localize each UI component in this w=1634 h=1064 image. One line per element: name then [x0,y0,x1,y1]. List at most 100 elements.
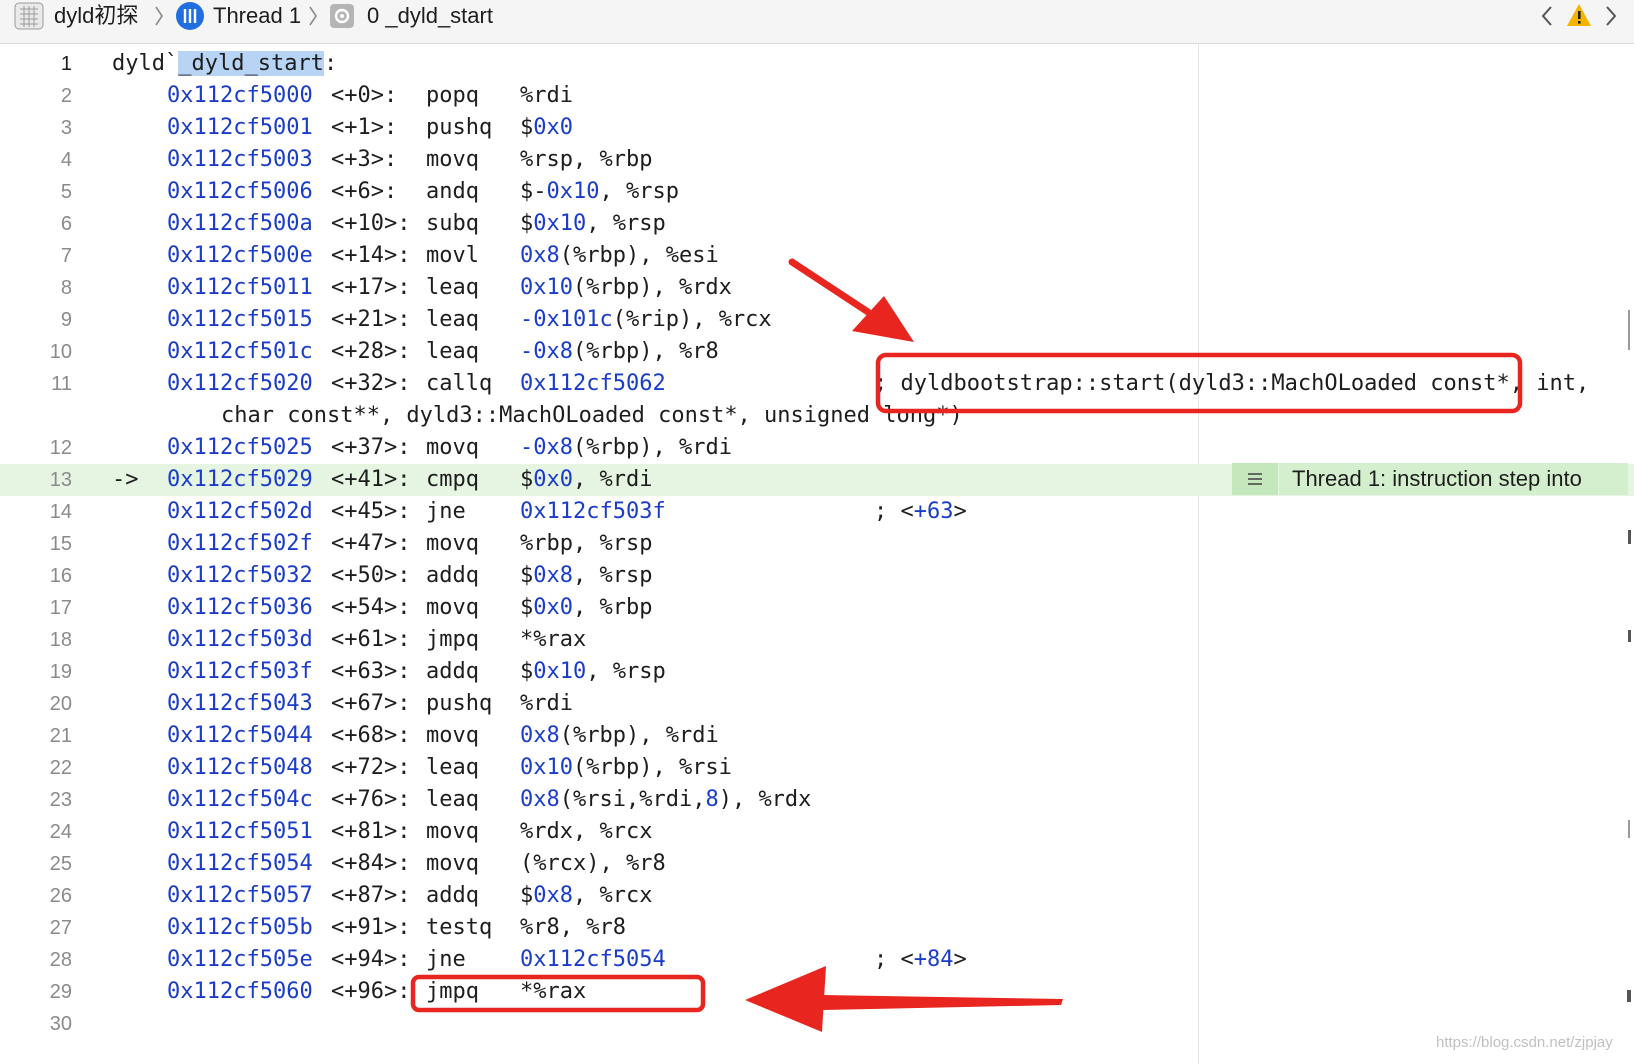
line-number[interactable]: 23 [0,784,72,816]
code-line[interactable]: 15 0x112cf502f <+47>: movq %rbp, %rsp [0,528,1634,560]
line-number[interactable]: 25 [0,848,72,880]
code-line[interactable]: 21 0x112cf5044 <+68>: movq 0x8(%rbp), %r… [0,720,1634,752]
instruction-operands: -0x8(%rbp), %r8 [520,336,719,368]
instruction-operands: $0x0 [520,112,573,144]
code-line[interactable]: 23 0x112cf504c <+76>: leaq 0x8(%rsi,%rdi… [0,784,1634,816]
line-number[interactable]: 13 [0,464,72,496]
code-line[interactable]: 19 0x112cf503f <+63>: addq $0x10, %rsp [0,656,1634,688]
line-number[interactable]: 4 [0,144,72,176]
instruction-address: 0x112cf5029 [167,467,313,492]
line-number[interactable]: 9 [0,304,72,336]
line-number[interactable]: 8 [0,272,72,304]
instruction-address: 0x112cf5020 [167,371,313,396]
line-number[interactable]: 19 [0,656,72,688]
operand-suffix: , %rsp [573,563,653,588]
instruction-offset: <+45>: [331,499,411,524]
line-number[interactable]: 11 [0,368,72,400]
line-number[interactable]: 5 [0,176,72,208]
warning-icon[interactable] [1566,3,1592,27]
code-line[interactable]: 8 0x112cf5011 <+17>: leaq 0x10(%rbp), %r… [0,272,1634,304]
line-number[interactable]: 22 [0,752,72,784]
code-line[interactable]: 30 [0,1008,1634,1040]
code-line[interactable]: 17 0x112cf5036 <+54>: movq $0x0, %rbp [0,592,1634,624]
instruction-address: 0x112cf502d [167,499,313,524]
operand-prefix: $ [520,115,534,140]
line-number[interactable]: 16 [0,560,72,592]
code-line[interactable]: 27 0x112cf505b <+91>: testq %r8, %r8 [0,912,1634,944]
instruction-offset: <+0>: [331,83,398,108]
operand-number: 0x8 [520,723,560,748]
code-line[interactable]: 9 0x112cf5015 <+21>: leaq -0x101c(%rip),… [0,304,1634,336]
code-line[interactable]: 18 0x112cf503d <+61>: jmpq *%rax [0,624,1634,656]
line-number[interactable]: 29 [0,976,72,1008]
instruction-offset: <+61>: [331,627,411,652]
program-counter-arrow[interactable]: -> [112,464,139,496]
operand-prefix: $ [520,883,534,908]
breadcrumb-thread[interactable]: Thread 1 [213,0,301,32]
line-number[interactable]: 24 [0,816,72,848]
code-line[interactable]: 26 0x112cf5057 <+87>: addq $0x8, %rcx [0,880,1634,912]
line-number[interactable]: 2 [0,80,72,112]
breadcrumb-project[interactable]: dyld初探 [54,0,138,32]
list-icon [1248,473,1262,485]
operand-prefix: $ [520,467,534,492]
code-line[interactable]: 12 0x112cf5025 <+37>: movq -0x8(%rbp), %… [0,432,1634,464]
line-number[interactable]: 3 [0,112,72,144]
code-line[interactable]: 3 0x112cf5001 <+1>: pushq $0x0 [0,112,1634,144]
instruction-opcode: movq [426,819,479,844]
breadcrumb-frame[interactable]: 0 _dyld_start [367,0,493,32]
operand-number: 0x8 [533,883,573,908]
chevron-right-icon[interactable] [1604,5,1618,27]
code-line[interactable]: 20 0x112cf5043 <+67>: pushq %rdi [0,688,1634,720]
code-line[interactable]: 6 0x112cf500a <+10>: subq $0x10, %rsp [0,208,1634,240]
instruction-operands: 0x112cf5062 [520,368,666,400]
instruction-opcode: addq [426,659,479,684]
line-number[interactable]: 27 [0,912,72,944]
line-number[interactable]: 17 [0,592,72,624]
comment-prefix: ; < [874,499,914,524]
line-number[interactable]: 12 [0,432,72,464]
instruction-offset: <+50>: [331,563,411,588]
instruction-offset: <+6>: [331,179,398,204]
line-number[interactable]: 30 [0,1008,72,1040]
code-line[interactable]: 28 0x112cf505e <+94>: jne 0x112cf5054 ; … [0,944,1634,976]
code-line[interactable]: 29 0x112cf5060 <+96>: jmpq *%rax [0,976,1634,1008]
code-line[interactable]: 2 0x112cf5000 <+0>: popq %rdi [0,80,1634,112]
line-number[interactable]: 18 [0,624,72,656]
line-number[interactable]: 14 [0,496,72,528]
line-number[interactable]: 7 [0,240,72,272]
line-number[interactable]: 20 [0,688,72,720]
code-line[interactable]: 25 0x112cf5054 <+84>: movq (%rcx), %r8 [0,848,1634,880]
line-number[interactable]: 6 [0,208,72,240]
code-line[interactable]: 16 0x112cf5032 <+50>: addq $0x8, %rsp [0,560,1634,592]
code-line[interactable]: 4 0x112cf5003 <+3>: movq %rsp, %rbp [0,144,1634,176]
operand-prefix: $ [520,211,534,236]
code-line[interactable]: 11 0x112cf5020 <+32>: callq 0x112cf5062 … [0,368,1634,400]
instruction-operands: $-0x10, %rsp [520,176,679,208]
line-number[interactable]: 28 [0,944,72,976]
instruction-address: 0x112cf5001 [167,115,313,140]
operand-suffix: (%rip), %rcx [612,307,772,332]
code-line[interactable]: 22 0x112cf5048 <+72>: leaq 0x10(%rbp), %… [0,752,1634,784]
code-line[interactable]: 24 0x112cf5051 <+81>: movq %rdx, %rcx [0,816,1634,848]
code-line[interactable]: 7 0x112cf500e <+14>: movl 0x8(%rbp), %es… [0,240,1634,272]
line-number[interactable]: 1 [0,48,72,80]
banner-menu-button[interactable] [1232,463,1279,495]
operand-suffix: (%rbp), %rdi [573,435,732,460]
operand-prefix: - [520,307,534,332]
code-line[interactable]: 1 dyld`_dyld_start: [0,48,1634,80]
instruction-opcode: leaq [426,307,479,332]
code-line[interactable]: 14 0x112cf502d <+45>: jne 0x112cf503f ; … [0,496,1634,528]
instruction-address: 0x112cf5051 [167,819,313,844]
operand-suffix: , %rsp [599,179,679,204]
operand-number: 0x8 [533,563,573,588]
line-number[interactable]: 21 [0,720,72,752]
symbol-prefix: dyld` [112,51,179,76]
instruction-opcode: jmpq [426,979,479,1004]
chevron-left-icon[interactable] [1540,5,1554,27]
line-number[interactable]: 15 [0,528,72,560]
line-number[interactable]: 10 [0,336,72,368]
line-number[interactable]: 26 [0,880,72,912]
code-line[interactable]: 10 0x112cf501c <+28>: leaq -0x8(%rbp), %… [0,336,1634,368]
code-line[interactable]: 5 0x112cf5006 <+6>: andq $-0x10, %rsp [0,176,1634,208]
